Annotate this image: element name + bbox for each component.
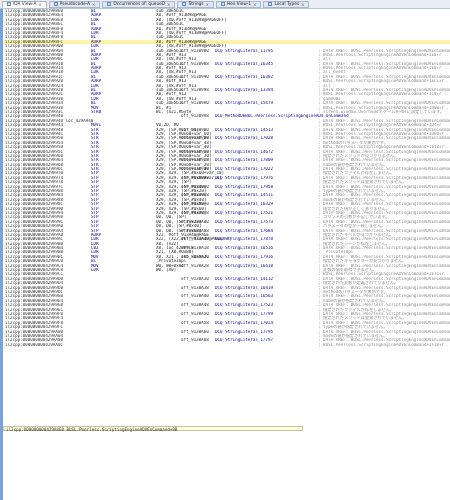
close-icon[interactable]: ×: [253, 2, 256, 7]
line-comment: ; BUSL.Peerless.ScriptingEngineADVEnComm…: [318, 342, 450, 347]
local-types-icon: [268, 2, 273, 6]
tab-local-types[interactable]: Local Types ×: [263, 0, 310, 8]
tab-label: Local Types: [274, 1, 300, 7]
ida-view-icon: [7, 2, 11, 6]
close-icon[interactable]: ×: [206, 2, 209, 7]
tab-hex-view[interactable]: Hex View-1 ×: [215, 0, 262, 8]
tab-label: IDA View-A: [13, 1, 37, 7]
close-icon[interactable]: ×: [92, 2, 95, 7]
tab-label: Hex View-1: [226, 1, 252, 7]
listing-line[interactable]: il2cpp:000000000429AA0C ; BUSL.Peerless.S…: [3, 343, 450, 347]
tab-label: Strings: [188, 1, 204, 7]
tab-occurrences[interactable]: Occurrences of: queueD ×: [102, 0, 176, 8]
occurrences-icon: [107, 2, 112, 6]
close-icon[interactable]: ×: [38, 2, 41, 7]
tab-label: Pseudocode-A: [59, 1, 91, 7]
pseudocode-icon: [53, 2, 58, 6]
tab-pseudocode[interactable]: Pseudocode-A ×: [48, 0, 101, 8]
tab-strings[interactable]: Strings ×: [177, 0, 214, 8]
tab-bar: IDA View-A × Pseudocode-A × Occurrences of: …: [0, 0, 450, 9]
strings-icon: [182, 2, 187, 6]
line-address: il2cpp:000000000429AA0C: [5, 342, 63, 347]
tab-label: Occurrences of: queueD: [113, 1, 166, 7]
hex-view-icon: [220, 2, 225, 6]
tab-ida-view[interactable]: IDA View-A ×: [2, 0, 47, 8]
close-icon[interactable]: ×: [301, 2, 304, 7]
close-icon[interactable]: ×: [167, 2, 170, 7]
hover-tooltip: il2cpp:000000000429A8E0 BUSL.Peerless.Sc…: [3, 426, 303, 432]
